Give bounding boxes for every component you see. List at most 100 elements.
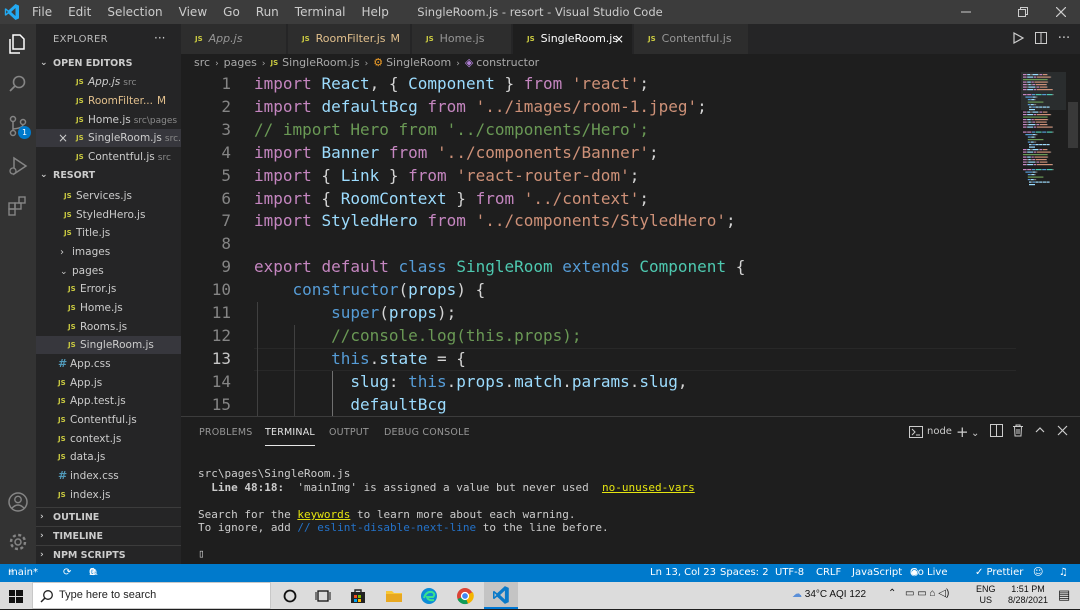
tree-file[interactable]: JS data.js: [36, 448, 181, 466]
menu-file[interactable]: File: [24, 0, 60, 24]
run-file-button[interactable]: [1010, 31, 1026, 47]
manage-button[interactable]: [4, 528, 32, 556]
minimap-line: [1038, 144, 1040, 146]
tab-singleroom-js[interactable]: JS SingleRoom.js ×: [513, 24, 633, 54]
breadcrumb-class[interactable]: SingleRoom: [386, 56, 451, 69]
editor-scrollbar-thumb[interactable]: [1068, 102, 1078, 148]
tree-file-selected[interactable]: JS SingleRoom.js: [36, 336, 181, 354]
edge-app[interactable]: [419, 586, 439, 606]
close-editor-icon[interactable]: ×: [58, 129, 68, 147]
tab-roomfilter-js[interactable]: JS RoomFilter.js M: [288, 24, 411, 54]
indentation[interactable]: Spaces: 2: [720, 564, 769, 582]
menu-terminal[interactable]: Terminal: [287, 0, 354, 24]
menu-go[interactable]: Go: [215, 0, 248, 24]
run-debug-button[interactable]: [4, 152, 32, 180]
tab-app-js[interactable]: JS App.js: [181, 24, 287, 54]
tab-debug-console[interactable]: DEBUG CONSOLE: [384, 427, 470, 438]
breadcrumb-pages[interactable]: pages: [224, 56, 257, 69]
cursor-position[interactable]: Ln 13, Col 23: [650, 564, 716, 582]
tray-icons[interactable]: ▭ ▭ ⌂ ◁): [905, 588, 949, 599]
explorer-button[interactable]: [4, 30, 32, 58]
menu-selection[interactable]: Selection: [99, 0, 170, 24]
end-of-line[interactable]: CRLF: [816, 564, 841, 582]
cortana-button[interactable]: [280, 586, 300, 606]
resort-section[interactable]: ⌄ RESORT: [36, 166, 181, 185]
tree-folder[interactable]: › images: [36, 243, 181, 261]
tree-file[interactable]: JS Rooms.js: [36, 318, 181, 336]
menu-run[interactable]: Run: [248, 0, 287, 24]
tab-contentful-js[interactable]: JS Contentful.js: [634, 24, 749, 54]
file-explorer-app[interactable]: [384, 586, 404, 606]
npm-scripts-section[interactable]: › NPM SCRIPTS: [36, 545, 181, 564]
explorer-more-button[interactable]: ···: [154, 31, 165, 45]
tab-output[interactable]: OUTPUT: [329, 427, 369, 438]
terminal-dropdown-button[interactable]: ⌄: [971, 424, 979, 442]
open-editors-section[interactable]: ⌄ OPEN EDITORS: [36, 54, 181, 73]
new-terminal-button[interactable]: +: [956, 424, 969, 441]
extensions-button[interactable]: [4, 192, 32, 220]
tab-home-js[interactable]: JS Home.js: [412, 24, 512, 54]
outline-section[interactable]: › OUTLINE: [36, 507, 181, 526]
menu-help[interactable]: Help: [354, 0, 397, 24]
store-app[interactable]: [348, 586, 368, 606]
tab-terminal[interactable]: TERMINAL: [265, 427, 315, 446]
breadcrumb-file[interactable]: SingleRoom.js: [282, 56, 359, 69]
terminal-cursor[interactable]: ▯: [198, 547, 205, 560]
tree-file[interactable]: JS Error.js: [36, 280, 181, 298]
tree-file[interactable]: JS index.js: [36, 486, 181, 504]
input-language[interactable]: ENG US: [976, 584, 996, 606]
tree-file[interactable]: JS App.test.js: [36, 392, 181, 410]
accounts-button[interactable]: [4, 488, 32, 516]
clock[interactable]: 1:51 PM 8/28/2021: [1006, 584, 1050, 606]
tree-file[interactable]: # App.css: [36, 355, 181, 373]
action-center-button[interactable]: ▤: [1058, 587, 1070, 603]
maximize-panel-button[interactable]: [1034, 424, 1046, 440]
weather-widget[interactable]: ☁ 34°C AQI 122: [792, 589, 866, 600]
close-tab-icon[interactable]: ×: [614, 24, 624, 54]
search-view-button[interactable]: [4, 70, 32, 98]
editor-more-button[interactable]: ···: [1056, 31, 1072, 47]
vscode-app-active[interactable]: [484, 582, 518, 609]
menu-view[interactable]: View: [171, 0, 215, 24]
code-editor[interactable]: 1 2 3 4 5 6 7 8 9 10 11 12 13 14 15 import React, { Co…: [181, 72, 1080, 416]
split-editor-button[interactable]: [1033, 31, 1049, 47]
encoding[interactable]: UTF-8: [775, 564, 804, 582]
code-token: = {: [427, 348, 466, 368]
eslint-rule-link[interactable]: no-unused-vars: [602, 481, 695, 494]
open-editor-item[interactable]: JS RoomFilter... M: [36, 92, 181, 110]
open-editor-item[interactable]: JS Contentful.js src: [36, 148, 181, 166]
minimize-button[interactable]: [946, 0, 986, 24]
tree-folder-open[interactable]: ⌄ pages: [36, 262, 181, 280]
open-editor-item[interactable]: JS Home.js src\pages: [36, 111, 181, 129]
prettier-status[interactable]: ✓ Prettier: [975, 564, 1023, 582]
tab-problems[interactable]: PROBLEMS: [199, 427, 252, 438]
taskbar-search[interactable]: Type here to search: [32, 582, 271, 609]
keywords-link[interactable]: keywords: [297, 508, 350, 521]
start-button[interactable]: [6, 586, 26, 606]
chrome-app[interactable]: [455, 586, 475, 606]
tree-file[interactable]: JS context.js: [36, 430, 181, 448]
task-view-button[interactable]: [313, 586, 333, 606]
breadcrumb-method[interactable]: constructor: [476, 56, 539, 69]
split-terminal-button[interactable]: [990, 424, 1003, 441]
kill-terminal-button[interactable]: [1012, 424, 1024, 441]
tree-file[interactable]: JS Title.js: [36, 224, 181, 242]
tree-file[interactable]: JS Home.js: [36, 299, 181, 317]
timeline-section[interactable]: › TIMELINE: [36, 526, 181, 545]
tree-file[interactable]: JS StyledHero.js: [36, 206, 181, 224]
breadcrumb-src[interactable]: src: [194, 56, 210, 69]
close-panel-button[interactable]: [1057, 424, 1068, 440]
tree-file[interactable]: JS Contentful.js: [36, 411, 181, 429]
terminal-selector[interactable]: node: [909, 424, 952, 440]
tree-file[interactable]: JS Services.js: [36, 187, 181, 205]
restore-button[interactable]: [1003, 0, 1043, 24]
tree-file[interactable]: JS App.js: [36, 374, 181, 392]
tray-overflow-button[interactable]: ⌃: [888, 588, 896, 599]
open-editor-item[interactable]: JS App.js src: [36, 73, 181, 91]
language-mode[interactable]: JavaScript: [852, 564, 902, 582]
close-window-button[interactable]: [1041, 0, 1080, 24]
menu-edit[interactable]: Edit: [60, 0, 99, 24]
source-control-button[interactable]: 1: [4, 112, 32, 140]
tree-file[interactable]: # index.css: [36, 467, 181, 485]
open-editor-item-active[interactable]: × JSSingleRoom.jssrc...: [36, 129, 181, 147]
